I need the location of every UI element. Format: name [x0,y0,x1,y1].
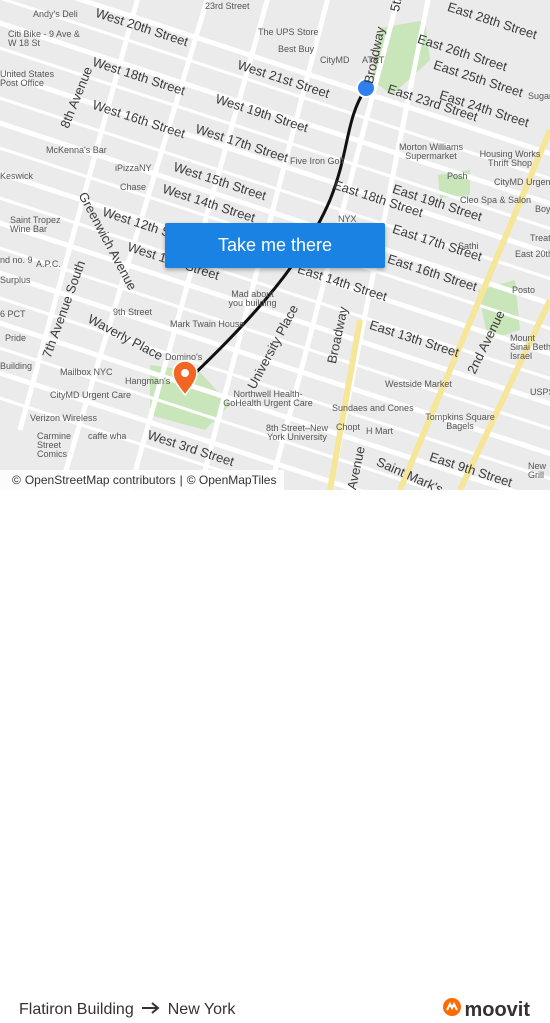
copyright-symbol: © [12,473,21,487]
moovit-logo: moovit [442,997,530,1023]
map-attribution: © OpenStreetMap contributors | © OpenMap… [0,470,285,490]
attribution-separator: | [179,473,183,487]
origin-name: Flatiron Building [19,1001,134,1018]
moovit-logo-text: moovit [464,998,530,1021]
moovit-logo-icon [442,997,462,1023]
osm-attribution-link[interactable]: OpenStreetMap contributors [25,473,176,487]
origin-marker [358,80,374,96]
route-summary: Flatiron Building New York [19,1001,235,1019]
footer: Flatiron Building New York moovit [0,490,550,1021]
arrow-right-icon [141,1001,160,1019]
take-me-there-button[interactable]: Take me there [165,223,385,268]
map-view[interactable]: West 20th Street West 18th Street West 2… [0,0,550,490]
omt-attribution-link[interactable]: © OpenMapTiles [187,473,277,487]
destination-name: New York [167,1001,236,1018]
